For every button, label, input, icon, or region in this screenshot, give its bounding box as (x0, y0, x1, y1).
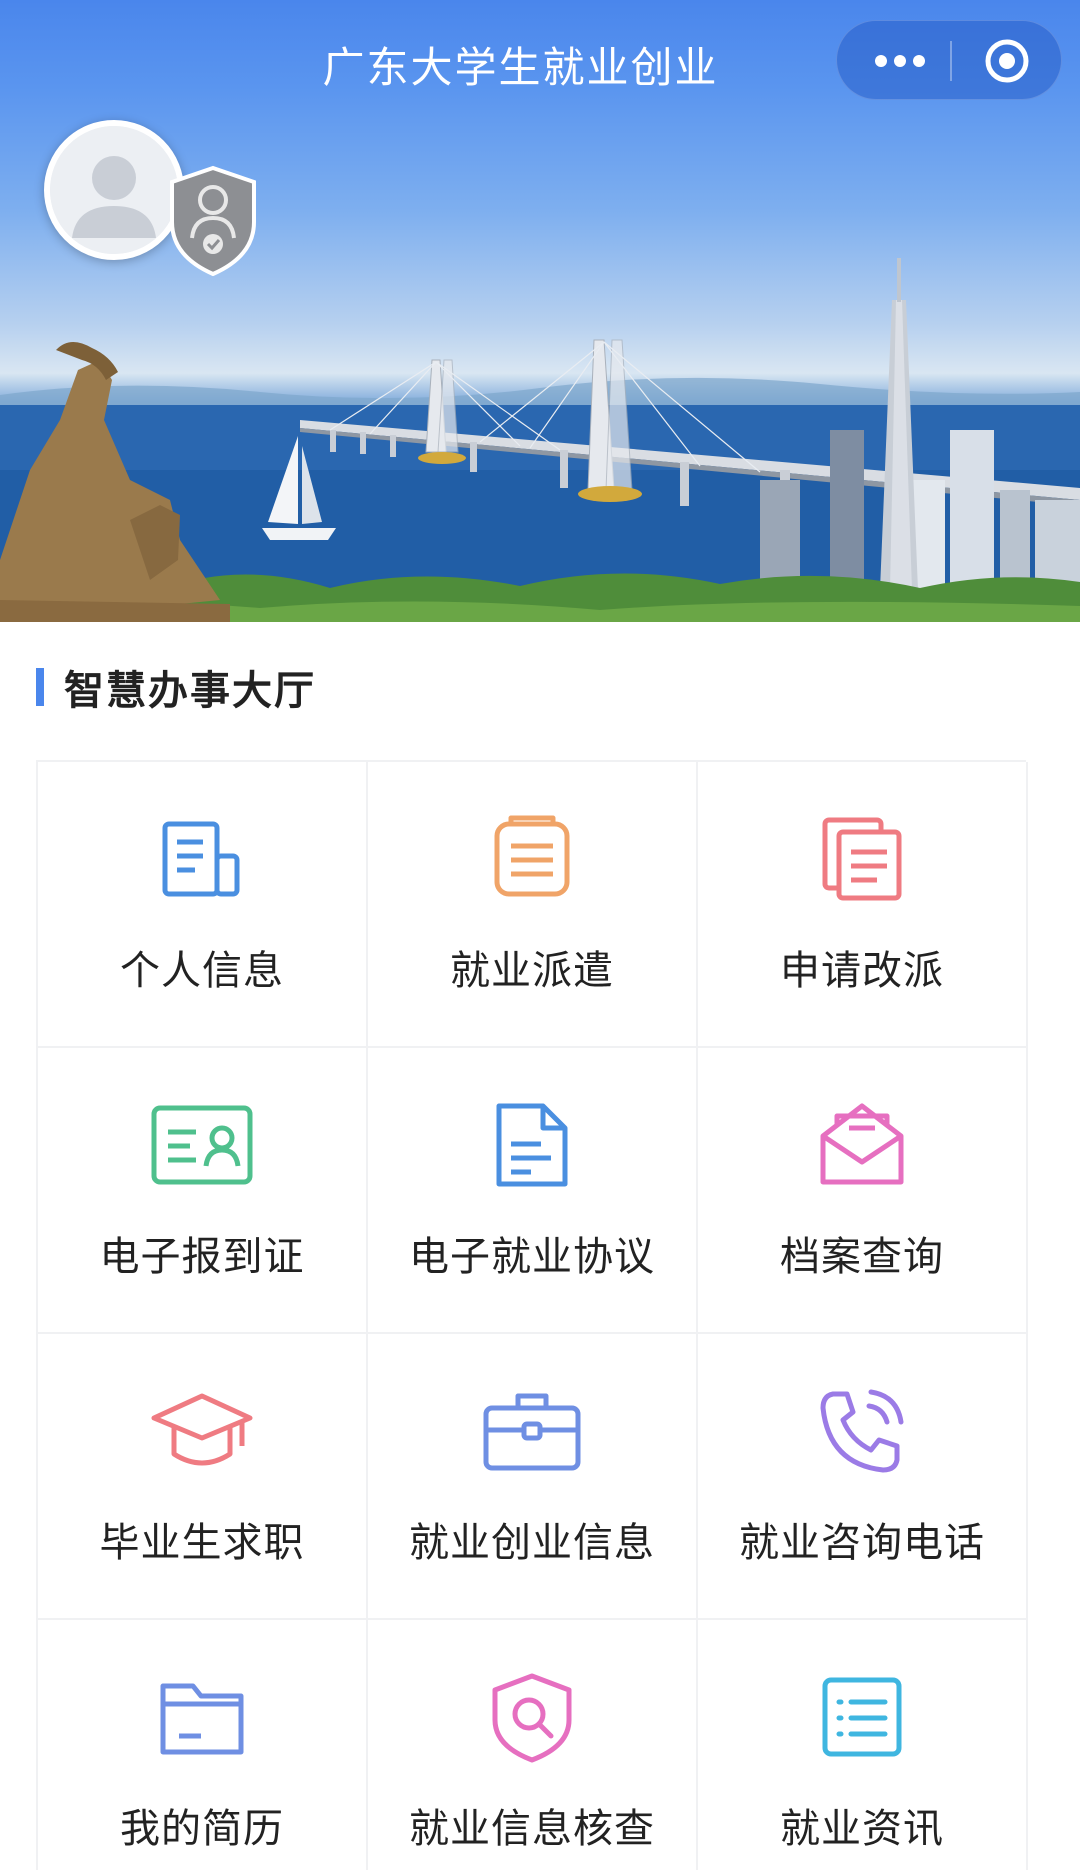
news-list-icon (815, 1670, 909, 1764)
service-label: 就业资讯 (780, 1806, 944, 1852)
service-e-report-card[interactable]: 电子报到证 (38, 1048, 368, 1334)
verified-shield-badge-icon[interactable] (168, 164, 258, 278)
service-label: 我的简历 (120, 1806, 284, 1852)
reassign-documents-icon (815, 812, 909, 906)
more-dots-icon[interactable] (855, 21, 945, 101)
service-reassign[interactable]: 申请改派 (698, 762, 1028, 1048)
folder-icon (155, 1670, 249, 1764)
target-close-icon[interactable] (957, 21, 1057, 101)
service-consult-phone[interactable]: 就业咨询电话 (698, 1334, 1028, 1620)
service-news[interactable]: 就业资讯 (698, 1620, 1028, 1870)
section-header: 智慧办事大厅 (36, 664, 316, 714)
service-info-verify[interactable]: 就业信息核查 (368, 1620, 698, 1870)
shield-search-icon (485, 1670, 579, 1764)
service-label: 毕业生求职 (99, 1520, 305, 1566)
default-avatar-icon[interactable] (44, 120, 184, 260)
id-card-icon (150, 1098, 254, 1192)
service-label: 就业信息核查 (409, 1806, 655, 1852)
navigation-bar: 广东大学生就业创业 (0, 0, 1080, 124)
service-employment-info[interactable]: 就业创业信息 (368, 1334, 698, 1620)
dispatch-document-icon (485, 812, 579, 906)
hero-banner: 广东大学生就业创业 (0, 0, 1080, 622)
service-label: 就业创业信息 (409, 1520, 655, 1566)
mini-program-page: 广东大学生就业创业 智慧办事大厅 个人信息 就业派遣 申请改派 电子报到证 电子… (0, 0, 1080, 1870)
service-grid: 个人信息 就业派遣 申请改派 电子报到证 电子就业协议 档案查询 毕业生求职 就… (36, 760, 1028, 1870)
service-label: 申请改派 (780, 948, 944, 994)
service-e-agreement[interactable]: 电子就业协议 (368, 1048, 698, 1334)
mini-program-capsule (836, 20, 1062, 100)
capsule-divider (950, 41, 952, 81)
section-title: 智慧办事大厅 (64, 668, 316, 714)
service-archive-query[interactable]: 档案查询 (698, 1048, 1028, 1334)
service-label: 电子就业协议 (409, 1234, 655, 1280)
service-label: 档案查询 (780, 1234, 944, 1280)
graduation-cap-icon (150, 1384, 254, 1478)
agreement-file-icon (485, 1098, 579, 1192)
personal-info-icon (155, 812, 249, 906)
briefcase-icon (480, 1384, 584, 1478)
envelope-icon (815, 1098, 909, 1192)
service-label: 就业派遣 (450, 948, 614, 994)
section-accent-bar (36, 668, 44, 706)
service-label: 个人信息 (120, 948, 284, 994)
service-graduate-jobs[interactable]: 毕业生求职 (38, 1334, 368, 1620)
service-label: 就业咨询电话 (739, 1520, 985, 1566)
service-personal-info[interactable]: 个人信息 (38, 762, 368, 1048)
service-dispatch[interactable]: 就业派遣 (368, 762, 698, 1048)
phone-icon (815, 1384, 909, 1478)
service-label: 电子报到证 (99, 1234, 305, 1280)
service-my-resume[interactable]: 我的简历 (38, 1620, 368, 1870)
